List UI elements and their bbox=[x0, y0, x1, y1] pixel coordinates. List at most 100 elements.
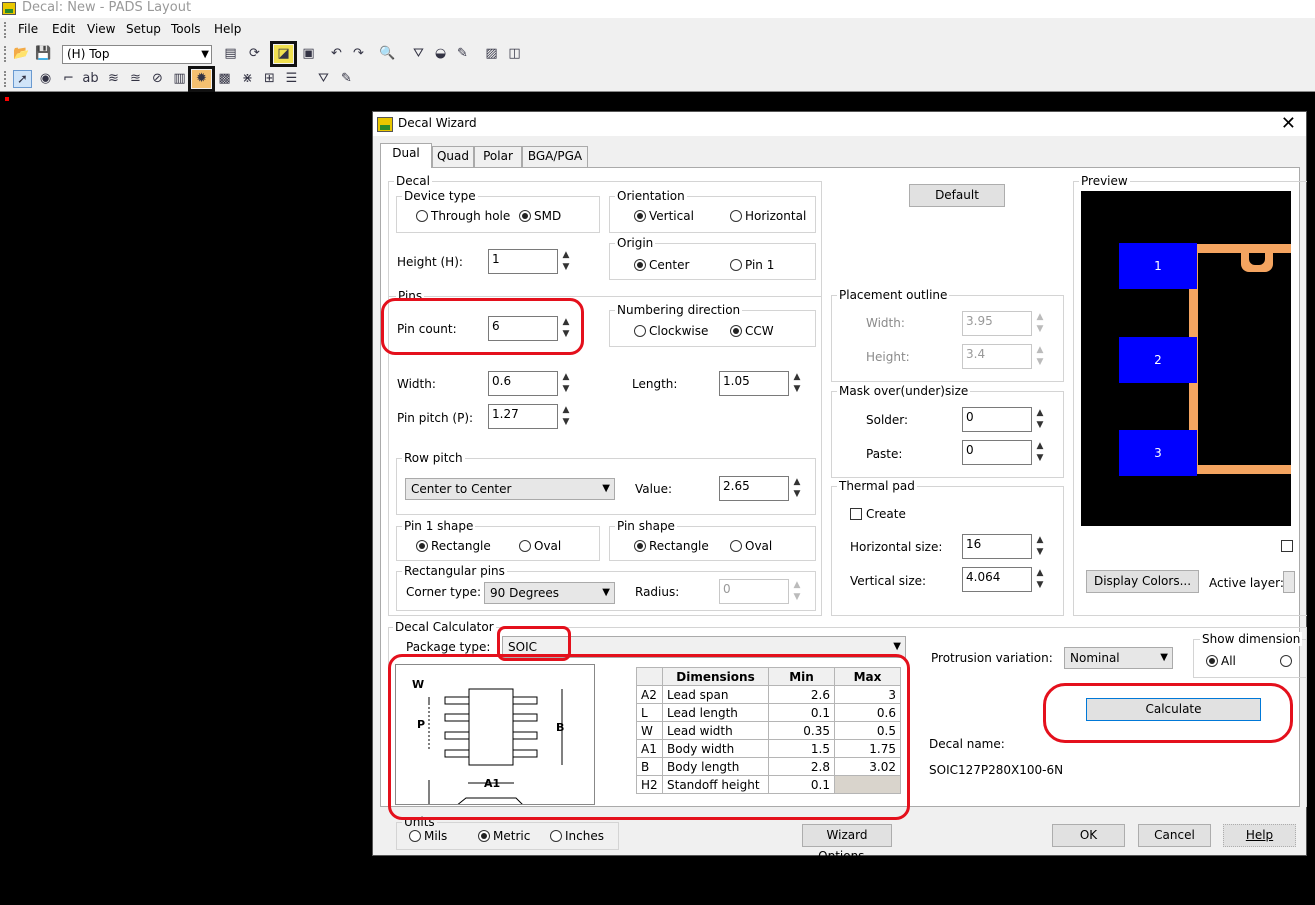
spin-arrows-icon[interactable]: ▲ ▼ bbox=[1034, 440, 1046, 465]
bucket-icon[interactable]: ◒ bbox=[431, 45, 450, 63]
radio-pin1-oval[interactable]: Oval bbox=[519, 539, 561, 553]
display-colors-button[interactable]: Display Colors... bbox=[1086, 570, 1199, 593]
placement-height-value[interactable]: 3.4 bbox=[962, 344, 1032, 369]
radio-center[interactable]: Center bbox=[634, 258, 689, 272]
select-arrow-icon[interactable]: ➚ bbox=[13, 70, 32, 88]
keepout-icon[interactable]: ⊘ bbox=[148, 70, 167, 88]
spin-arrows-icon[interactable]: ▲ ▼ bbox=[1034, 407, 1046, 432]
radio-clockwise[interactable]: Clockwise bbox=[634, 324, 708, 338]
spin-arrows-icon[interactable]: ▲ ▼ bbox=[1034, 344, 1046, 369]
filter-icon[interactable]: ⛛ bbox=[409, 45, 428, 63]
ok-button[interactable]: OK bbox=[1052, 824, 1125, 847]
spin-arrows-icon[interactable]: ▲ ▼ bbox=[1034, 534, 1046, 559]
tab-bga-pga[interactable]: BGA/PGA bbox=[522, 146, 588, 167]
paste-label: Paste: bbox=[866, 447, 903, 461]
spin-arrows-icon[interactable]: ▲ ▼ bbox=[791, 371, 803, 396]
menu-view[interactable]: View bbox=[87, 22, 115, 36]
assign-icon[interactable]: ▥ bbox=[170, 70, 189, 88]
spin-arrows-icon[interactable]: ▲ ▼ bbox=[560, 249, 572, 274]
radius-value[interactable]: 0 bbox=[719, 579, 789, 604]
default-button[interactable]: Default bbox=[909, 184, 1005, 207]
radio-pin-oval[interactable]: Oval bbox=[730, 539, 772, 553]
pads-app-icon bbox=[2, 2, 16, 15]
corner-type-select[interactable]: 90 Degrees ▼ bbox=[484, 582, 615, 604]
2d-line-icon[interactable]: ⌐ bbox=[59, 70, 78, 88]
protrusion-select[interactable]: Nominal ▼ bbox=[1064, 647, 1173, 669]
attribute-icon[interactable]: ⋇ bbox=[238, 70, 257, 88]
board-icon[interactable]: ▣ bbox=[299, 45, 318, 63]
menu-file[interactable]: File bbox=[18, 22, 38, 36]
row-pitch-value[interactable]: 2.65 bbox=[719, 476, 789, 501]
pin-length-value[interactable]: 1.05 bbox=[719, 371, 789, 396]
copper-icon[interactable]: ≋ bbox=[104, 70, 123, 88]
terminal-icon[interactable]: ◉ bbox=[36, 70, 55, 88]
tab-polar[interactable]: Polar bbox=[474, 146, 522, 167]
properties-icon[interactable]: ▤ bbox=[221, 45, 240, 63]
redo-icon[interactable]: ↷ bbox=[349, 45, 368, 63]
copper-cutout-icon[interactable]: ≊ bbox=[126, 70, 145, 88]
text-icon[interactable]: ab bbox=[81, 70, 100, 88]
menu-tools[interactable]: Tools bbox=[171, 22, 201, 36]
save-as-icon[interactable]: ▩ bbox=[215, 70, 234, 88]
menu-help[interactable]: Help bbox=[214, 22, 241, 36]
radio-pin-rectangle[interactable]: Rectangle bbox=[634, 539, 709, 553]
spin-arrows-icon[interactable]: ▲ ▼ bbox=[791, 579, 803, 604]
grid-icon[interactable]: ⊞ bbox=[260, 70, 279, 88]
save-icon[interactable]: 💾 bbox=[34, 45, 53, 63]
menu-edit[interactable]: Edit bbox=[52, 22, 75, 36]
vertical-size-value[interactable]: 4.064 bbox=[962, 567, 1032, 592]
radio-vertical[interactable]: Vertical bbox=[634, 209, 694, 223]
spin-arrows-icon[interactable]: ▲ ▼ bbox=[560, 404, 572, 429]
brush-icon[interactable]: ✎ bbox=[337, 70, 356, 88]
spin-arrows-icon[interactable]: ▲ ▼ bbox=[1034, 567, 1046, 592]
decal-editor-icon[interactable]: ◪ bbox=[270, 41, 297, 67]
radio-metric[interactable]: Metric bbox=[478, 829, 530, 843]
radio-inches[interactable]: Inches bbox=[550, 829, 604, 843]
layer-select[interactable]: (H) Top ▼ bbox=[62, 45, 212, 64]
preview-canvas[interactable]: 1 2 3 bbox=[1081, 191, 1291, 526]
paste-value[interactable]: 0 bbox=[962, 440, 1032, 465]
tab-quad[interactable]: Quad bbox=[432, 146, 474, 167]
filter-icon[interactable]: ⛛ bbox=[314, 70, 333, 88]
pin-pitch-value[interactable]: 1.27 bbox=[488, 404, 558, 429]
radio-ccw-label: CCW bbox=[745, 324, 774, 338]
decal-wizard-icon[interactable]: ✹ bbox=[188, 66, 215, 92]
wizard-options-button[interactable]: Wizard Options... bbox=[802, 824, 892, 863]
radio-show-other[interactable] bbox=[1280, 654, 1295, 668]
radio-smd[interactable]: SMD bbox=[519, 209, 561, 223]
list-icon[interactable]: ☰ bbox=[282, 70, 301, 88]
zoom-icon[interactable]: 🔍 bbox=[378, 45, 397, 63]
solder-value[interactable]: 0 bbox=[962, 407, 1032, 432]
help-button[interactable]: Help bbox=[1223, 824, 1296, 847]
tab-dual[interactable]: Dual bbox=[380, 143, 432, 168]
radio-mils[interactable]: Mils bbox=[409, 829, 447, 843]
cancel-button[interactable]: Cancel bbox=[1138, 824, 1211, 847]
height-value[interactable]: 1 bbox=[488, 249, 558, 274]
windows-icon[interactable]: ◫ bbox=[505, 45, 524, 63]
create-thermal-checkbox[interactable]: Create bbox=[850, 507, 906, 521]
refresh-icon[interactable]: ⟳ bbox=[245, 45, 264, 63]
radio-ccw[interactable]: CCW bbox=[730, 324, 774, 338]
horizontal-size-value[interactable]: 16 bbox=[962, 534, 1032, 559]
radio-show-all[interactable]: All bbox=[1206, 654, 1236, 668]
radius-label: Radius: bbox=[635, 585, 680, 599]
spin-arrows-icon[interactable]: ▲ ▼ bbox=[560, 371, 572, 396]
radio-pin1-rectangle[interactable]: Rectangle bbox=[416, 539, 491, 553]
pin-width-value[interactable]: 0.6 bbox=[488, 371, 558, 396]
active-layer-select[interactable] bbox=[1283, 571, 1295, 593]
menu-setup[interactable]: Setup bbox=[126, 22, 161, 36]
spin-arrows-icon[interactable]: ▲ ▼ bbox=[791, 476, 803, 501]
rectangular-pins-label: Rectangular pins bbox=[402, 564, 507, 578]
row-pitch-mode-select[interactable]: Center to Center ▼ bbox=[405, 478, 615, 500]
brush-icon[interactable]: ✎ bbox=[453, 45, 472, 63]
radio-pin1[interactable]: Pin 1 bbox=[730, 258, 774, 272]
open-icon[interactable]: 📂 bbox=[12, 45, 31, 63]
radio-through-hole[interactable]: Through hole bbox=[416, 209, 510, 223]
close-icon[interactable]: ✕ bbox=[1281, 113, 1296, 134]
spin-arrows-icon[interactable]: ▲ ▼ bbox=[1034, 311, 1046, 336]
preview-option-checkbox[interactable] bbox=[1281, 539, 1297, 553]
radio-horizontal[interactable]: Horizontal bbox=[730, 209, 806, 223]
placement-width-value[interactable]: 3.95 bbox=[962, 311, 1032, 336]
image-icon[interactable]: ▨ bbox=[482, 45, 501, 63]
undo-icon[interactable]: ↶ bbox=[327, 45, 346, 63]
